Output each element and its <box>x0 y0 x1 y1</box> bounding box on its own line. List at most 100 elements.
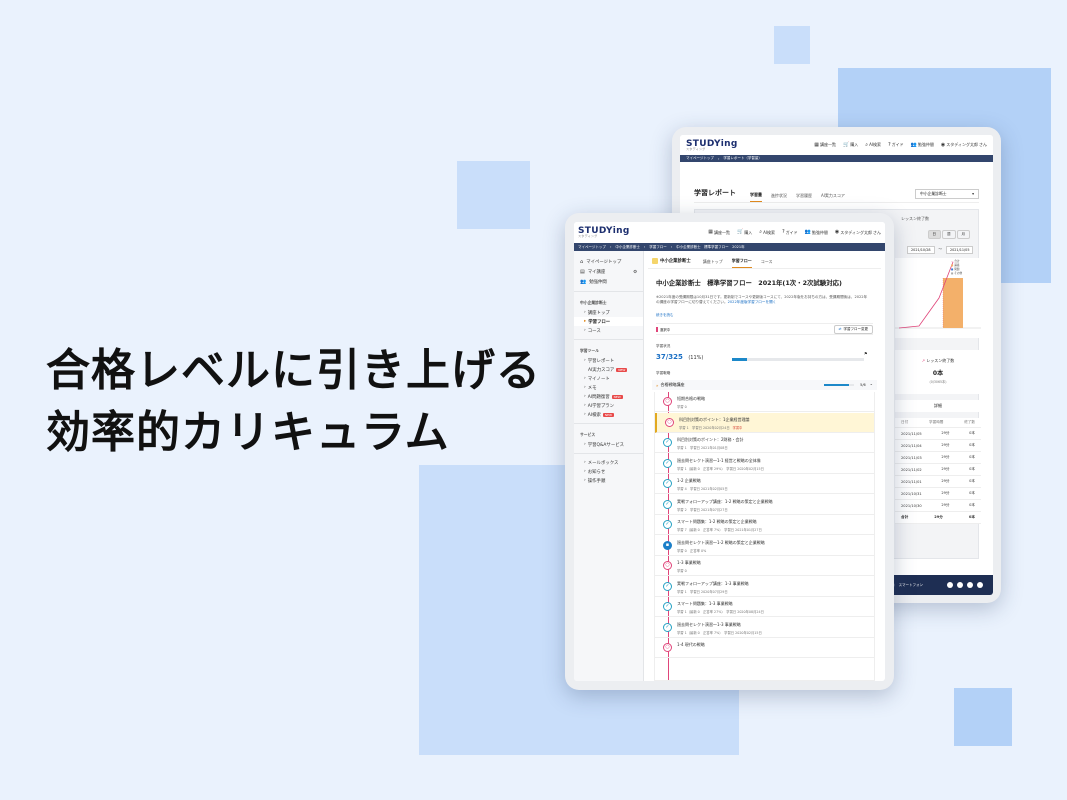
check-icon: ✓ <box>663 458 672 468</box>
front-main: 中小企業診断士 講座トップ 学習フロー コース 中小企業診断士 標準学習フロー … <box>648 251 881 681</box>
date-from-field[interactable]: 2021/10/28 <box>907 246 935 254</box>
sidebar-item-course[interactable]: › コース <box>574 326 643 335</box>
chevron-up-icon[interactable]: ⌃ <box>870 383 873 388</box>
lesson-meta: 学習 1（最新 0 正答率 29%） 学習日 2020年02月15日 <box>677 466 764 471</box>
lesson-row[interactable]: ✓ 実戦フォローアップ講座：1-3 事業戦略 学習 1 学習日 2020年07月29… <box>655 577 874 597</box>
front-bc-0[interactable]: マイページトップ <box>578 245 606 250</box>
front-bc-1[interactable]: 中小企業診断士 <box>615 245 640 250</box>
search-icon: ⌕ <box>865 141 869 148</box>
sidebar-item-mypage[interactable]: ⌂ マイページトップ <box>574 257 643 267</box>
lesson-test-icon: ▪ <box>663 540 672 550</box>
twitter-icon[interactable] <box>957 582 963 588</box>
help-icon: ? <box>888 141 891 148</box>
period-day-button[interactable]: 日 <box>927 230 941 239</box>
lesson-row[interactable]: ✓ 過去問セレクト演習～1-1 経営と戦略の全体像 学習 1（最新 0 正答率 29… <box>655 454 874 474</box>
sidebar-item-mynote[interactable]: › マイノート <box>574 374 643 383</box>
back-nav-ai-search[interactable]: ⌕ AI検索 <box>865 142 881 148</box>
front-nav-user[interactable]: ◉ スタディング太郎 さん <box>835 230 881 236</box>
footer-smartphone-link[interactable]: スマートフォン <box>899 583 923 588</box>
back-nav-guide[interactable]: ? ガイド <box>888 142 904 148</box>
lesson-row[interactable]: ○ 1-4 現代の戦略 <box>655 638 874 658</box>
back-nav-course-list[interactable]: ▦ 講座一覧 <box>814 142 836 148</box>
sidebar-item-ai-plan[interactable]: › AI学習プラン <box>574 401 643 410</box>
front-topnav: ▦ 講座一覧 🛒 購入 ⌕ AI検索 ? ガイド 👥 勉強仲間 ◉ スタディング太郎 さん <box>708 230 881 236</box>
back-nav-user[interactable]: ◉ スタディング太郎 さん <box>941 142 987 148</box>
sidebar-item-report[interactable]: › 学習レポート <box>574 356 643 365</box>
tab-flow[interactable]: 学習フロー <box>731 258 752 268</box>
period-week-button[interactable]: 週 <box>942 230 956 239</box>
front-nav-course-list[interactable]: ▦ 講座一覧 <box>708 230 730 236</box>
back-logo: STUDYing スタディング <box>686 138 738 151</box>
sidebar-item-news[interactable]: › お知らせ <box>574 467 643 476</box>
back-tab-volume[interactable]: 学習量 <box>750 192 762 202</box>
sidebar-item-course-top[interactable]: › 講座トップ <box>574 308 643 317</box>
back-tab-history[interactable]: 学習履歴 <box>796 193 812 202</box>
lesson-row[interactable]: ○ 短期合格の戦略 学習 0 <box>655 392 874 412</box>
back-tab-ai-score[interactable]: AI実力スコア <box>821 193 845 202</box>
section-header[interactable]: » 合格戦略講座 5/6 ⌃ <box>652 380 877 390</box>
front-nav-partner[interactable]: 👥 勉強仲間 <box>805 230 828 236</box>
sidebar-item-ai-score[interactable]: AI実力スコア NEW <box>574 365 643 374</box>
lesson-meta: 学習 0 <box>677 569 687 573</box>
tab-course-top[interactable]: 講座トップ <box>703 259 723 268</box>
lesson-row[interactable]: ✓ 1-2 企業戦略 学習 4 学習日 2021年02月05日 <box>655 474 874 494</box>
back-bc-0[interactable]: マイページトップ <box>686 156 714 161</box>
sidebar-item-qa-service[interactable]: › 学習Q&Aサービス <box>574 440 643 449</box>
table-row: 2021/11/04 29分 0本 <box>895 440 981 452</box>
flow-2022-link[interactable]: 2022年度版学習フローを開く <box>728 300 777 304</box>
read-more-link[interactable]: 続きを読む <box>656 313 674 318</box>
lesson-name: 科目別対策のポイント：1企業経営理論 <box>679 416 750 422</box>
sidebar-item-memo[interactable]: › メモ <box>574 383 643 392</box>
lesson-row[interactable]: ○ 1-3 事業戦略 学習 0 <box>655 556 874 576</box>
sidebar-item-mailbox[interactable]: › メールボックス <box>574 458 643 467</box>
gear-icon[interactable]: ⚙ <box>633 270 637 275</box>
front-nav-ai-search[interactable]: ⌕ AI検索 <box>759 230 775 236</box>
back-date-range: 2021/10/28 〜 2021/11/05 <box>907 246 974 254</box>
lesson-name: 短期合格の戦略 <box>677 396 705 401</box>
front-nav-purchase[interactable]: 🛒 購入 <box>737 230 752 236</box>
tab-course[interactable]: コース <box>761 259 773 268</box>
lesson-row[interactable]: ✓ 実戦フォローアップ講座：1-2 戦略の策定と企業戦略 学習 2 学習日 2021… <box>655 495 874 515</box>
help-icon: ? <box>782 229 785 235</box>
lesson-row[interactable]: ✓ スマート問題集：1-2 戦略の策定と企業戦略 学習 7（最新 0 正答率 7%）… <box>655 515 874 535</box>
back-nav-partner[interactable]: 👥 勉強仲間 <box>911 142 934 148</box>
period-month-button[interactable]: 月 <box>956 230 970 239</box>
sidebar-item-my-course[interactable]: ▤ マイ講座 ⚙ <box>574 267 643 277</box>
progress-percent: (11%) <box>688 355 704 361</box>
lesson-row[interactable]: ✓ スマート問題集：1-3 事業戦略 学習 1（最新 0 正答率 27%） 学習日 … <box>655 597 874 617</box>
back-nav-purchase[interactable]: 🛒 購入 <box>843 142 858 148</box>
back-course-select[interactable]: 中小企業診断士 ▾ <box>915 189 979 199</box>
lesson-row[interactable]: ▪ 過去問セレクト演習～1-2 戦略の策定と企業戦略 学習 0 正答率 0% <box>655 536 874 556</box>
lesson-row[interactable]: ✓ 科目別対策のポイント：2財務・会計 学習 1 学習日 2021年01月08日 <box>655 433 874 453</box>
sidebar-item-ai-search[interactable]: › AI検索 NEW <box>574 410 643 419</box>
sidebar-item-ai-qa[interactable]: › AI問題復習 NEW <box>574 392 643 401</box>
lesson-row[interactable]: ✓ 過去問セレクト演習～1-3 事業戦略 学習 1（最新 0 正答率 7%） 学習日… <box>655 618 874 638</box>
back-tab-progress[interactable]: 進捗状況 <box>771 193 787 202</box>
cart-icon: 🛒 <box>843 141 850 148</box>
sidebar-item-partner[interactable]: 👥 勉強仲間 <box>574 277 643 287</box>
date-to-field[interactable]: 2021/11/05 <box>945 246 974 254</box>
sidebar-item-manual[interactable]: › 操作手順 <box>574 476 643 485</box>
headline-line2: 効率的カリキュラム <box>46 407 450 458</box>
back-lesson-done-card: ↗ レッスン終了数 0本 (0/3065本) <box>895 350 981 394</box>
change-flow-button[interactable]: ⇄ 学習フロー変更 <box>833 324 873 334</box>
back-header: 学習レポート 学習量 進捗状況 学習履歴 AI実力スコア 中小企業診断士 ▾ <box>694 185 979 203</box>
sidebar-item-flow[interactable]: ▸ 学習フロー <box>574 317 643 326</box>
section-name: 合格戦略講座 <box>660 382 685 387</box>
table-row-total: 合計 29分 0本 <box>895 512 981 524</box>
book-icon: ▤ <box>580 268 585 275</box>
lesson-name: 1-3 事業戦略 <box>677 560 701 565</box>
youtube-icon[interactable] <box>967 582 973 588</box>
table-row: 2021/10/30 29分 0本 <box>895 500 981 512</box>
course-tabs: 講座トップ 学習フロー コース <box>703 258 773 268</box>
decor-square-mid-left <box>457 161 530 229</box>
new-badge: NEW <box>602 412 614 417</box>
back-topbar: STUDYing スタディング ▦ 講座一覧 🛒 購入 ⌕ AI検索 ? ガイド 👥 勉強仲… <box>680 135 993 155</box>
lesson-pending-icon: ○ <box>663 643 672 652</box>
lesson-row[interactable]: ○ 科目別対策のポイント：1企業経営理論 学習 1 学習日 2020年02月24日学… <box>655 412 874 433</box>
front-bc-2[interactable]: 学習フロー <box>649 245 667 250</box>
instagram-icon[interactable] <box>977 582 983 588</box>
facebook-icon[interactable] <box>947 582 953 588</box>
table-header: 日付 学習時間 終了数 <box>895 418 981 428</box>
front-nav-guide[interactable]: ? ガイド <box>782 230 798 236</box>
